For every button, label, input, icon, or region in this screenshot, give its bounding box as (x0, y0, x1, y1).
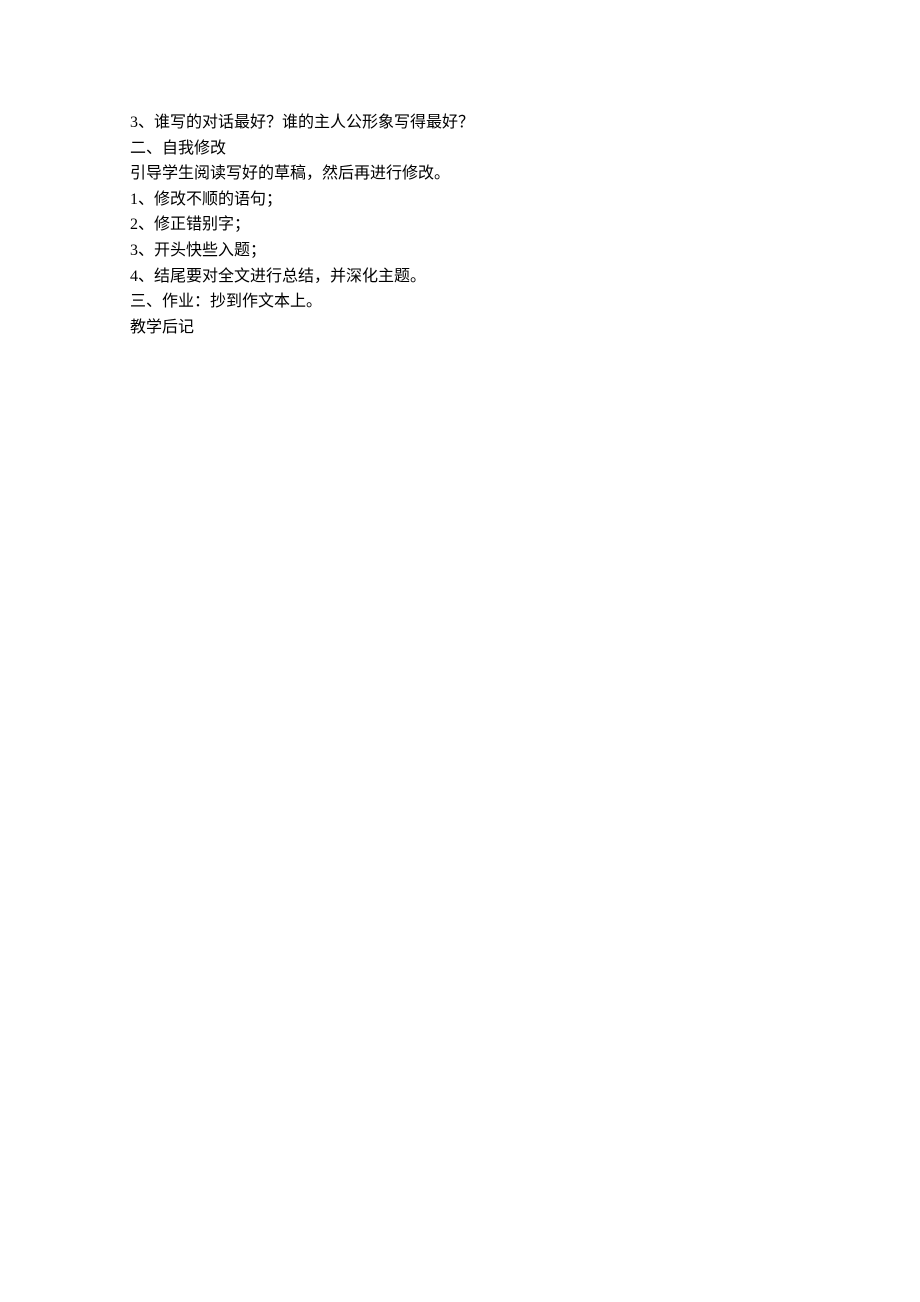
body-line: 3、谁写的对话最好？谁的主人公形象写得最好？ (130, 110, 790, 136)
body-line: 2、修正错别字； (130, 212, 790, 238)
body-line: 教学后记 (130, 315, 790, 341)
body-line: 3、开头快些入题； (130, 238, 790, 264)
document-page: 3、谁写的对话最好？谁的主人公形象写得最好？ 二、自我修改 引导学生阅读写好的草… (0, 0, 920, 340)
body-line: 引导学生阅读写好的草稿，然后再进行修改。 (130, 161, 790, 187)
body-line: 三、作业：抄到作文本上。 (130, 289, 790, 315)
body-line: 二、自我修改 (130, 136, 790, 162)
body-line: 4、结尾要对全文进行总结，并深化主题。 (130, 264, 790, 290)
body-line: 1、修改不顺的语句； (130, 187, 790, 213)
